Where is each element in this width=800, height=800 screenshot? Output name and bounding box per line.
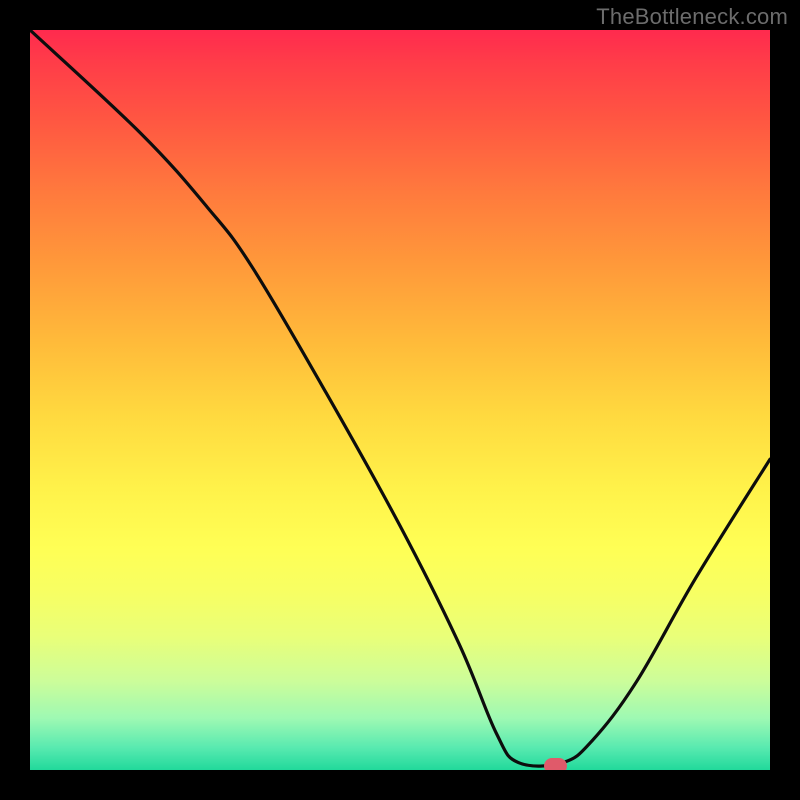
gradient-background: [30, 30, 770, 770]
watermark-text: TheBottleneck.com: [596, 4, 788, 30]
optimum-marker: [544, 758, 568, 770]
plot-area: [30, 30, 770, 770]
chart-frame: TheBottleneck.com: [0, 0, 800, 800]
